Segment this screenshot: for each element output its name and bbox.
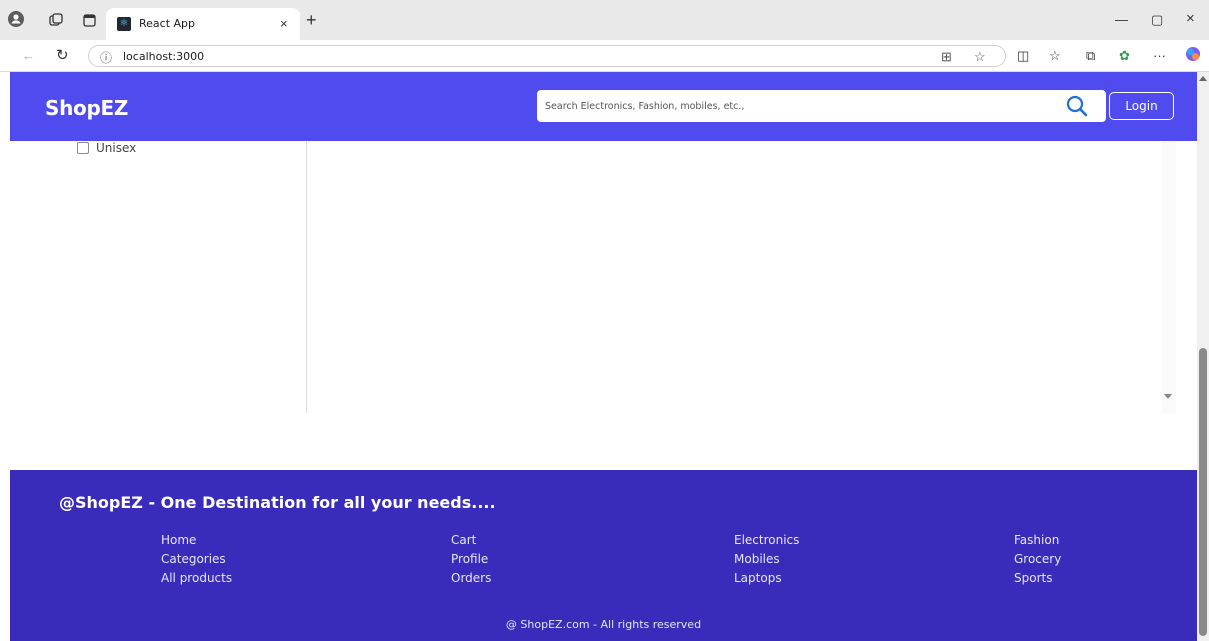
url-text: localhost:3000 <box>123 50 205 63</box>
footer-link-laptops[interactable]: Laptops <box>734 569 799 588</box>
react-icon: ⚛ <box>117 17 131 31</box>
footer-column-1: Home Categories All products <box>161 531 232 588</box>
profile-icon[interactable] <box>7 10 25 28</box>
filter-option-unisex[interactable]: Unisex <box>77 141 136 155</box>
footer-link-fashion[interactable]: Fashion <box>1014 531 1061 550</box>
search-input[interactable] <box>537 90 1057 122</box>
favorites-icon[interactable]: ☆ <box>1049 48 1061 64</box>
restore-icon[interactable]: ▢ <box>1151 12 1163 28</box>
scroll-down-arrow-icon[interactable] <box>1164 394 1172 399</box>
filter-option-label: Unisex <box>96 141 137 155</box>
page-viewport: ShopEZ Login Unisex @ShopEZ - One Destin… <box>0 72 1209 641</box>
navbar: ShopEZ Login <box>10 72 1197 141</box>
footer-column-3: Electronics Mobiles Laptops <box>734 531 799 588</box>
page-scrollbar[interactable] <box>1197 72 1209 641</box>
minimize-icon[interactable]: — <box>1115 12 1128 27</box>
scrollbar-thumb[interactable] <box>1199 348 1207 636</box>
footer: @ShopEZ - One Destination for all your n… <box>10 470 1197 641</box>
footer-link-home[interactable]: Home <box>161 531 232 550</box>
info-icon[interactable]: ⓘ <box>100 49 112 66</box>
footer-link-profile[interactable]: Profile <box>451 550 491 569</box>
extensions-icon[interactable]: ✿ <box>1119 48 1130 64</box>
workspaces-icon[interactable] <box>48 12 64 28</box>
brand-logo[interactable]: ShopEZ <box>45 96 128 120</box>
footer-link-grocery[interactable]: Grocery <box>1014 550 1061 569</box>
products-area <box>307 141 1162 413</box>
collections-icon[interactable]: ⧉ <box>1086 48 1095 64</box>
refresh-icon[interactable]: ↻ <box>56 46 69 64</box>
footer-link-cart[interactable]: Cart <box>451 531 491 550</box>
tab-title: React App <box>139 17 196 30</box>
back-arrow-icon[interactable]: ← <box>22 48 35 63</box>
split-screen-icon[interactable]: ◫ <box>1017 48 1029 64</box>
url-field[interactable]: ⓘ localhost:3000 ⊞ ☆ <box>88 45 1006 67</box>
products-scrollbar[interactable] <box>1162 141 1176 413</box>
footer-column-4: Fashion Grocery Sports <box>1014 531 1061 588</box>
checkbox[interactable] <box>77 142 89 154</box>
more-options-icon[interactable]: ··· <box>1153 48 1166 63</box>
new-tab-button[interactable]: + <box>306 10 317 31</box>
footer-tagline: @ShopEZ - One Destination for all your n… <box>59 493 496 512</box>
footer-link-all-products[interactable]: All products <box>161 569 232 588</box>
tab-close-icon[interactable]: × <box>280 16 288 31</box>
footer-link-electronics[interactable]: Electronics <box>734 531 799 550</box>
copilot-icon[interactable] <box>1185 46 1201 65</box>
footer-link-categories[interactable]: Categories <box>161 550 232 569</box>
filters-sidebar: Unisex <box>10 141 307 413</box>
app-available-icon[interactable]: ⊞ <box>941 49 952 65</box>
login-button[interactable]: Login <box>1109 92 1174 120</box>
search-bar <box>537 90 1106 122</box>
browser-tab-active[interactable]: ⚛ React App × <box>106 8 300 40</box>
close-window-icon[interactable]: × <box>1186 10 1195 27</box>
footer-link-sports[interactable]: Sports <box>1014 569 1061 588</box>
favorite-star-icon[interactable]: ☆ <box>974 49 986 65</box>
footer-copyright: @ ShopEZ.com - All rights reserved <box>505 618 702 631</box>
scroll-up-arrow-icon[interactable] <box>1199 76 1207 81</box>
tab-actions-icon[interactable] <box>81 12 97 28</box>
footer-link-mobiles[interactable]: Mobiles <box>734 550 799 569</box>
search-icon[interactable] <box>1065 94 1089 118</box>
browser-tab-bar: ⚛ React App × + — ▢ × <box>0 0 1209 40</box>
footer-column-2: Cart Profile Orders <box>451 531 491 588</box>
footer-link-orders[interactable]: Orders <box>451 569 491 588</box>
